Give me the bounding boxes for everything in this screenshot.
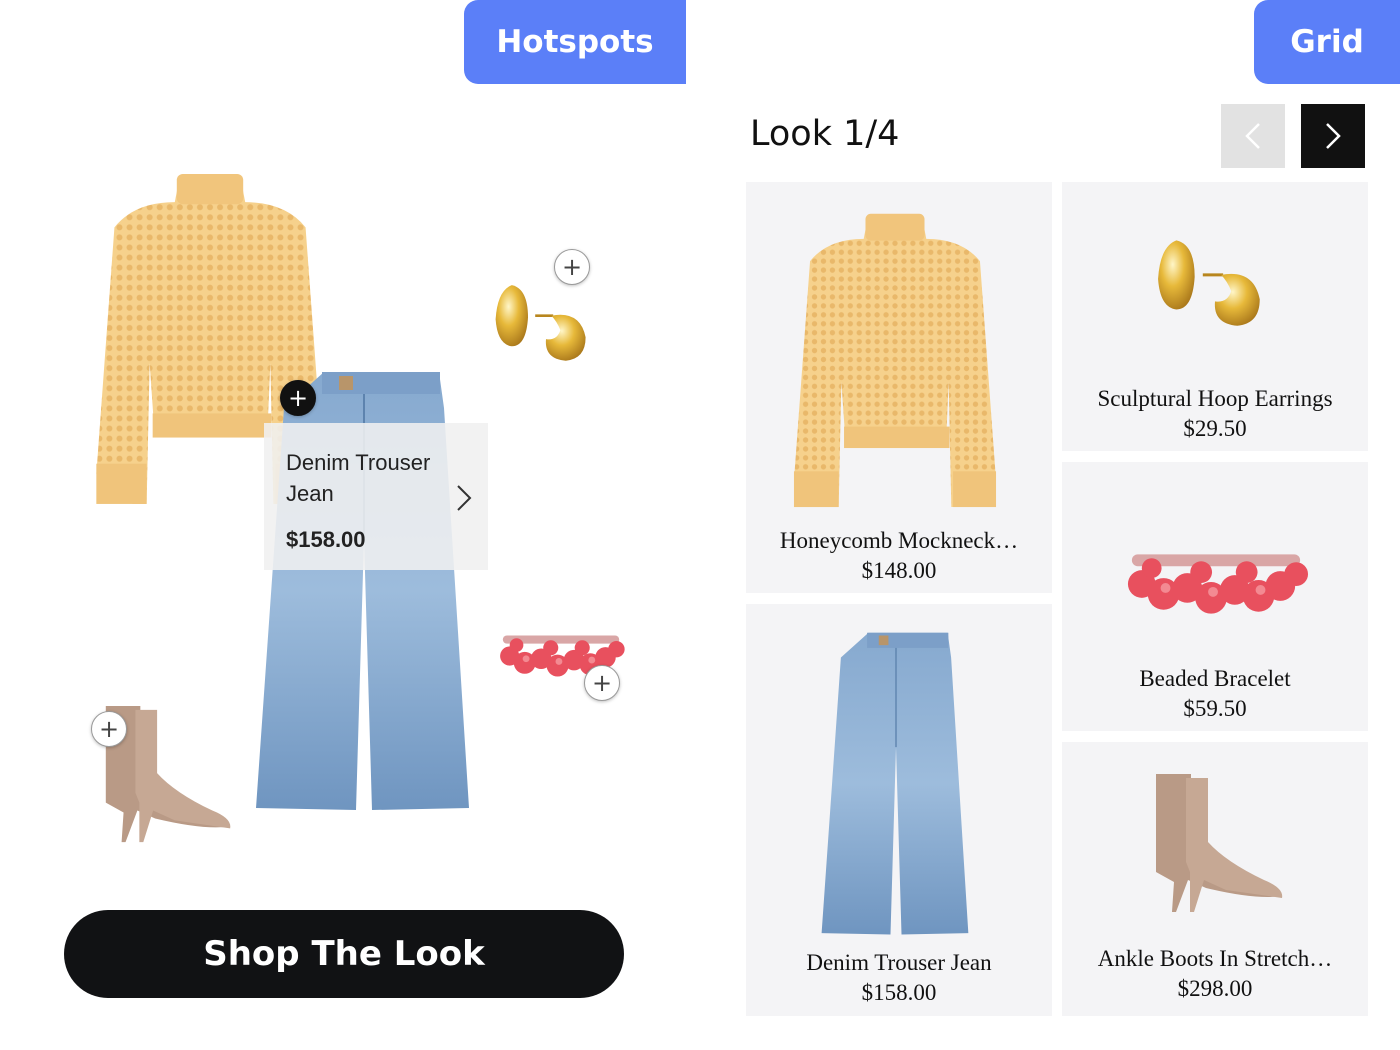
- previous-look-button[interactable]: [1221, 104, 1285, 168]
- hotspot-boots-button[interactable]: +: [91, 711, 127, 747]
- product-name: Ankle Boots In Stretch…: [1097, 946, 1333, 971]
- look-counter: Look 1/4: [750, 114, 900, 154]
- product-card[interactable]: Beaded Bracelet $59.50: [1062, 462, 1368, 731]
- product-name: Sculptural Hoop Earrings: [1097, 386, 1333, 411]
- earrings-image: [492, 276, 600, 368]
- product-price: $158.00: [861, 980, 937, 1005]
- sweater-image: [782, 212, 1008, 516]
- jeans-image: [820, 630, 972, 940]
- popup-product-name: Denim Trouser Jean: [286, 450, 431, 506]
- chevron-right-icon: [1326, 123, 1341, 149]
- bracelet-image: [1122, 544, 1310, 624]
- hotspot-earrings-button[interactable]: +: [554, 249, 590, 285]
- hotspot-bracelet-button[interactable]: +: [584, 665, 620, 701]
- earrings-image: [1154, 236, 1276, 328]
- tab-hotspots[interactable]: Hotspots: [464, 0, 686, 84]
- product-price: $29.50: [1183, 416, 1247, 441]
- product-card[interactable]: Sculptural Hoop Earrings $29.50: [1062, 182, 1368, 451]
- popup-product-price: $158.00: [286, 527, 366, 552]
- hotspot-jeans-button[interactable]: +: [280, 380, 316, 416]
- product-card[interactable]: Denim Trouser Jean $158.00: [746, 604, 1052, 1016]
- chevron-left-icon: [1245, 123, 1260, 149]
- product-price: $298.00: [1177, 976, 1253, 1001]
- product-card[interactable]: Ankle Boots In Stretch… $298.00: [1062, 742, 1368, 1016]
- tab-grid[interactable]: Grid: [1254, 0, 1400, 84]
- product-price: $148.00: [861, 558, 937, 583]
- product-popup[interactable]: Denim Trouser Jean $158.00: [264, 423, 488, 570]
- boots-image: [1146, 772, 1286, 922]
- chevron-right-icon[interactable]: [454, 483, 474, 513]
- product-name: Beaded Bracelet: [1139, 666, 1291, 691]
- product-name: Denim Trouser Jean: [806, 950, 992, 975]
- product-name: Honeycomb Mockneck…: [779, 528, 1019, 553]
- product-card[interactable]: Honeycomb Mockneck… $148.00: [746, 182, 1052, 593]
- product-price: $59.50: [1183, 696, 1247, 721]
- shop-the-look-button[interactable]: Shop The Look: [64, 910, 624, 998]
- next-look-button[interactable]: [1301, 104, 1365, 168]
